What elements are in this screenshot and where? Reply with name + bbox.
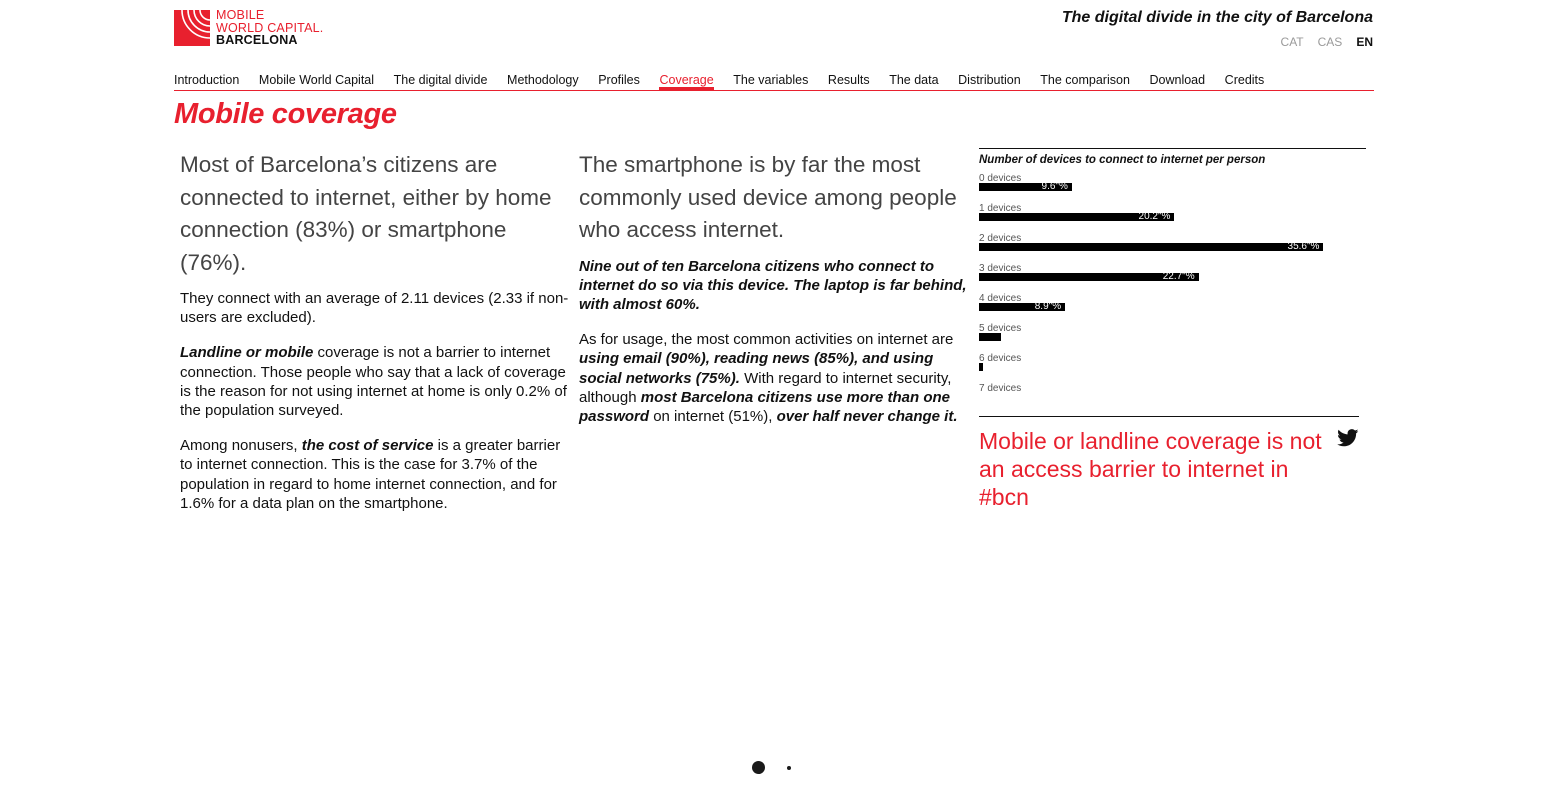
lead-text: Most of Barcelona’s citizens are connect… <box>180 152 552 275</box>
tweet-box: Mobile or landline coverage is not an ac… <box>979 416 1359 511</box>
logo-line-3: BARCELONA <box>216 33 298 47</box>
logo-wordmark: MOBILE WORLD CAPITAL. BARCELONA <box>216 9 323 47</box>
chart-bar <box>979 363 983 371</box>
nav-variables[interactable]: The variables <box>733 72 808 90</box>
nav-methodology[interactable]: Methodology <box>507 72 579 90</box>
logo-line-1: MOBILE <box>216 8 265 22</box>
nav-credits[interactable]: Credits <box>1225 72 1265 90</box>
pager-dot-1[interactable] <box>752 761 765 774</box>
chart-value-label: 20.2"% <box>1138 211 1171 222</box>
nav-mobile-world-capital[interactable]: Mobile World Capital <box>259 72 374 90</box>
chart-row: 6 devices <box>979 353 1366 383</box>
chart-value-label: 35.6"% <box>1287 241 1320 252</box>
page-title: Mobile coverage <box>174 98 397 130</box>
chart-bar: 22.7"% <box>979 271 1199 282</box>
chart-bar: 35.6"% <box>979 241 1324 252</box>
emphasis-cost-of-service: the cost of service <box>301 437 434 455</box>
chart-row: 3 devices 22.7"% <box>979 263 1366 293</box>
nav-comparison[interactable]: The comparison <box>1040 72 1130 90</box>
chart-category-label: 5 devices <box>979 323 1022 334</box>
column-coverage-intro: Most of Barcelona’s citizens are connect… <box>180 149 570 529</box>
cost-barrier-text-a: Among nonusers, <box>180 437 302 455</box>
chart-title: Number of devices to connect to internet… <box>979 154 1266 166</box>
cost-barrier-paragraph: Among nonusers, the cost of service is a… <box>180 436 570 513</box>
chart-bar: 9.6"% <box>979 181 1072 192</box>
chart-value-label: 8.9"% <box>1034 301 1062 312</box>
chart-bar <box>979 333 1002 341</box>
column-smartphone: The smartphone is by far the most common… <box>579 149 969 442</box>
nav-distribution[interactable]: Distribution <box>958 72 1021 90</box>
chart-bar: 20.2"% <box>979 211 1175 222</box>
chart-row: 2 devices 35.6"% <box>979 233 1366 263</box>
devices-chart: Number of devices to connect to internet… <box>979 148 1366 413</box>
lead-text-smartphone: The smartphone is by far the most common… <box>579 152 957 242</box>
chart-row: 7 devices <box>979 383 1366 413</box>
chart-category-label: 7 devices <box>979 383 1022 394</box>
lang-cas[interactable]: CAS <box>1318 35 1343 49</box>
emphasis-never-change: over half never change it. <box>776 407 958 425</box>
pager <box>752 761 791 774</box>
usage-text-a: As for usage, the most common activities… <box>579 331 954 349</box>
coverage-barrier-paragraph: Landline or mobile coverage is not a bar… <box>180 343 570 420</box>
nav-results[interactable]: Results <box>828 72 870 90</box>
language-switcher: CAT CAS EN <box>1281 35 1373 49</box>
site-title: The digital divide in the city of Barcel… <box>1061 9 1373 26</box>
chart-value-label: 22.7"% <box>1162 271 1195 282</box>
nav-the-data[interactable]: The data <box>889 72 938 90</box>
devices-average-paragraph: They connect with an average of 2.11 dev… <box>180 290 569 327</box>
main-nav: Introduction Mobile World Capital The di… <box>174 72 1374 91</box>
logo[interactable]: MOBILE WORLD CAPITAL. BARCELONA <box>174 9 334 47</box>
smartphone-highlight: Nine out of ten Barcelona citizens who c… <box>579 257 967 313</box>
pager-dot-2[interactable] <box>787 765 791 770</box>
chart-bar: 8.9"% <box>979 301 1066 312</box>
tweet-text[interactable]: Mobile or landline coverage is not an ac… <box>979 427 1324 511</box>
emphasis-landline-mobile: Landline or mobile <box>180 344 314 362</box>
chart-row: 4 devices 8.9"% <box>979 293 1366 323</box>
chart-value-label: 9.6"% <box>1041 181 1068 192</box>
nav-introduction[interactable]: Introduction <box>174 72 239 90</box>
nav-digital-divide[interactable]: The digital divide <box>394 72 488 90</box>
nav-coverage[interactable]: Coverage <box>659 72 714 90</box>
usage-paragraph: As for usage, the most common activities… <box>579 330 969 426</box>
nav-profiles[interactable]: Profiles <box>598 72 640 90</box>
nav-download[interactable]: Download <box>1149 72 1205 90</box>
logo-mark <box>174 10 210 46</box>
chart-row: 5 devices <box>979 323 1366 353</box>
lang-en[interactable]: EN <box>1356 35 1373 49</box>
usage-text-c: on internet (51%), <box>649 407 777 425</box>
chart-row: 0 devices 9.6"% <box>979 173 1366 203</box>
chart-row: 1 devices 20.2"% <box>979 203 1366 233</box>
lang-cat[interactable]: CAT <box>1281 35 1304 49</box>
chart-category-label: 6 devices <box>979 353 1022 364</box>
logo-rings-icon <box>181 10 210 39</box>
twitter-icon[interactable] <box>1337 429 1359 447</box>
chart-rows: 0 devices 9.6"% 1 devices 20.2"% 2 devices 35… <box>979 173 1366 413</box>
